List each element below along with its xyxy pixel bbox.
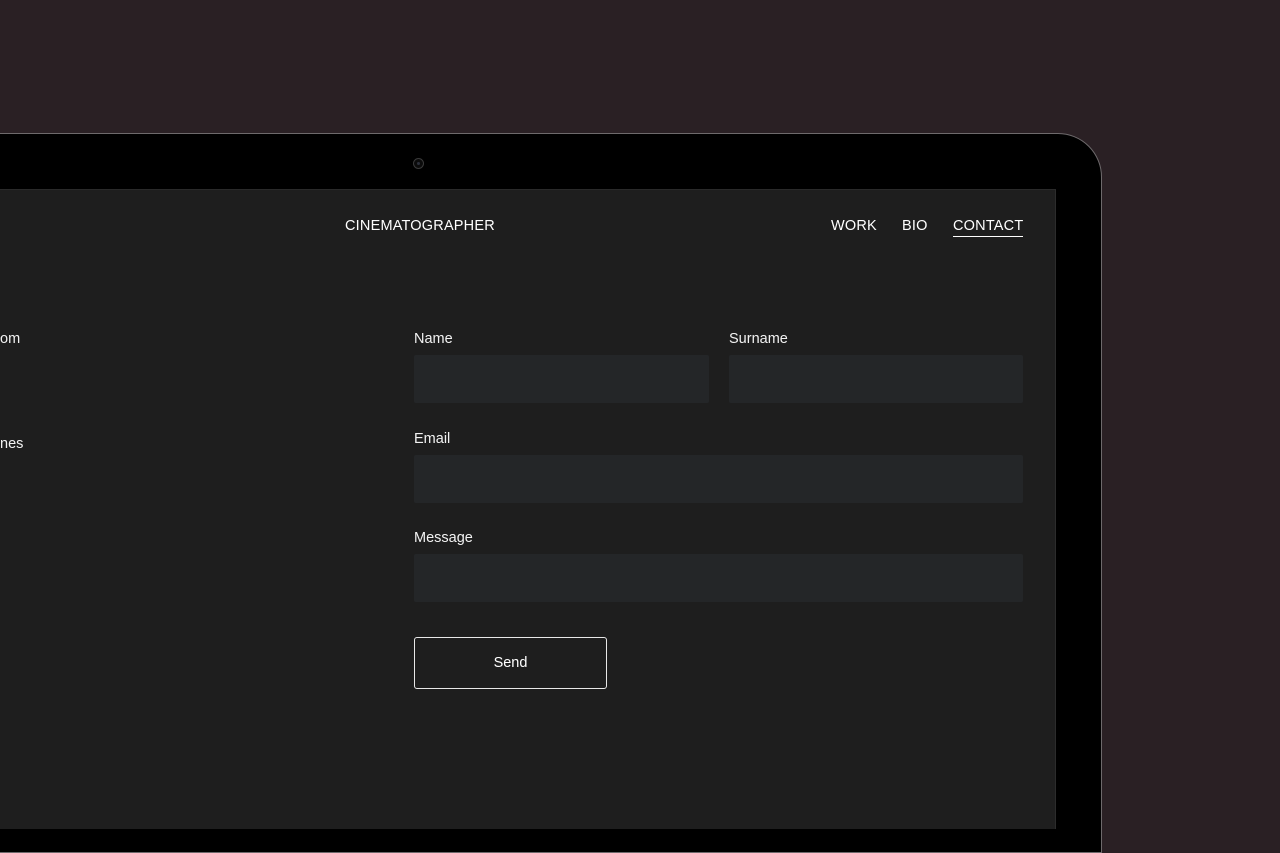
contact-info-fragment: om: [0, 331, 21, 347]
site-brand[interactable]: CINEMATOGRAPHER: [345, 218, 495, 234]
surname-label: Surname: [729, 331, 788, 347]
name-field[interactable]: [414, 355, 709, 403]
contact-info-fragment: nes: [0, 436, 24, 452]
send-button[interactable]: Send: [414, 637, 607, 689]
webcam-icon: [413, 158, 424, 169]
message-label: Message: [414, 530, 473, 546]
name-label: Name: [414, 331, 453, 347]
website-viewport: CINEMATOGRAPHER WORK BIO CONTACT om nes …: [0, 189, 1056, 829]
nav-bio[interactable]: BIO: [902, 218, 928, 234]
email-label: Email: [414, 431, 451, 447]
message-field[interactable]: [414, 554, 1023, 602]
email-field[interactable]: [414, 455, 1023, 503]
nav-work[interactable]: WORK: [831, 218, 877, 234]
nav-contact[interactable]: CONTACT: [953, 218, 1024, 237]
surname-field[interactable]: [729, 355, 1023, 403]
